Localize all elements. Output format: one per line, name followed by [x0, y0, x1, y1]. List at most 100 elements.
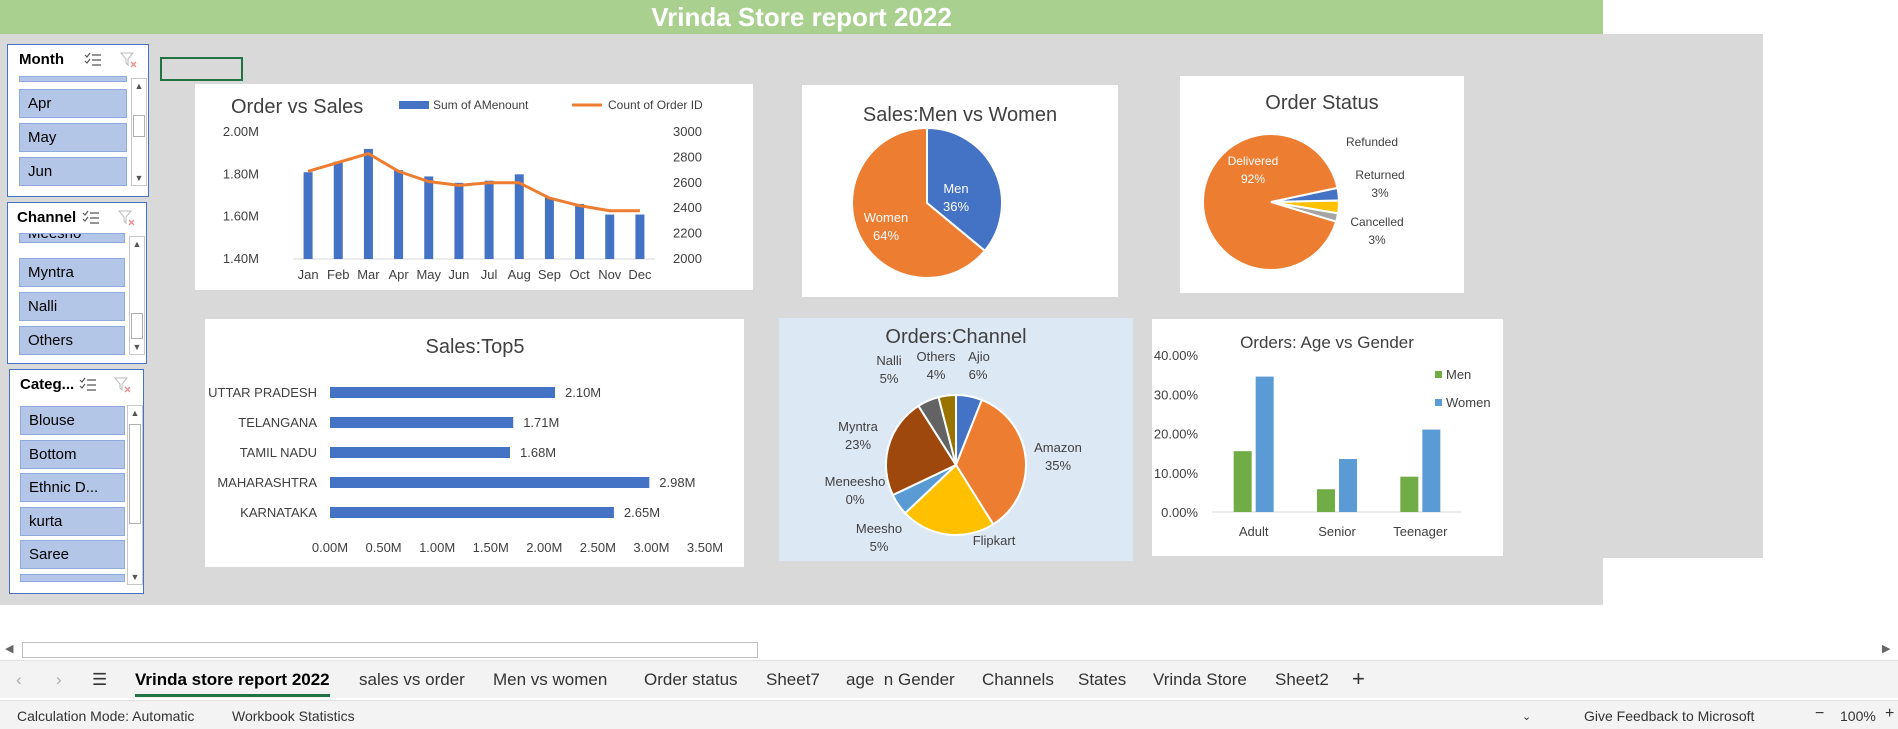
chart-orders-channel[interactable]: Orders:Channel Ajio 6% Amazon 35% Flipkart Mee… [779, 318, 1133, 561]
data-label: 4% [927, 367, 946, 382]
chart-title: Orders: Age vs Gender [1240, 333, 1414, 352]
tab-nav-next-icon[interactable]: › [56, 670, 62, 690]
tab-men-vs-women[interactable]: Men vs women [493, 670, 607, 690]
bar [605, 214, 615, 259]
slicer-item[interactable]: Bottom [20, 440, 125, 469]
scroll-up-arrow-icon[interactable]: ▲ [128, 406, 142, 420]
data-label: Delivered [1228, 154, 1279, 168]
tab-sheet2[interactable]: Sheet2 [1275, 670, 1329, 690]
scroll-down-arrow-icon[interactable]: ▼ [130, 340, 144, 354]
add-sheet-icon[interactable]: + [1352, 666, 1365, 692]
sales-top5-svg: Sales:Top5 UTTAR PRADESH 2.10M TELANGANA 1.7… [208, 336, 723, 555]
scroll-left-arrow-icon[interactable]: ◀ [5, 642, 13, 655]
chart-sales-top5[interactable]: Sales:Top5 UTTAR PRADESH 2.10M TELANGANA 1.7… [205, 319, 744, 567]
order-vs-sales-svg: Order vs Sales Sum of AMenount Count of Or… [223, 96, 703, 282]
multi-select-icon[interactable] [79, 377, 97, 393]
slicer-scrollbar[interactable]: ▲ ▼ [127, 405, 143, 585]
calculation-mode[interactable]: Calculation Mode: Automatic [17, 708, 194, 724]
horizontal-scrollbar[interactable]: ◀ ▶ [0, 640, 1898, 660]
series-line [307, 152, 640, 213]
chart-age-vs-gender[interactable]: Orders: Age vs Gender 0.00% 10.00% 20.00% 30… [1152, 319, 1503, 556]
sheet-tab-bar: ‹ › ☰ Vrinda store report 2022 sales vs … [0, 660, 1898, 698]
scroll-up-arrow-icon[interactable]: ▲ [130, 237, 144, 251]
chevron-down-icon[interactable]: ⌄ [1522, 710, 1531, 723]
x-tick-label: Senior [1318, 524, 1356, 539]
scroll-up-arrow-icon[interactable]: ▲ [132, 79, 146, 93]
slicer-item-partial[interactable] [19, 76, 127, 82]
slicer-item[interactable]: Apr [19, 89, 127, 118]
workbook-statistics[interactable]: Workbook Statistics [232, 708, 355, 724]
bar [303, 172, 313, 259]
scrollbar-thumb[interactable] [131, 313, 143, 339]
slicer-item[interactable]: Jun [19, 157, 127, 186]
legend-swatch [1435, 399, 1442, 406]
slicer-item[interactable]: May [19, 123, 127, 152]
order-status-svg: Order Status Delivered 92% Refunded Returned… [1202, 92, 1405, 271]
x-tick-label: 0.00M [312, 540, 348, 555]
data-label: Returned [1355, 168, 1404, 182]
multi-select-icon[interactable] [82, 210, 100, 226]
data-label: Nalli [876, 353, 901, 368]
tab-sales-vs-order[interactable]: sales vs order [359, 670, 465, 690]
slicer-item[interactable]: Saree [20, 540, 125, 569]
slicer-item[interactable]: kurta [20, 507, 125, 536]
chart-order-vs-sales[interactable]: Order vs Sales Sum of AMenount Count of Or… [195, 84, 753, 290]
slicer-scrollbar[interactable]: ▲ ▼ [129, 236, 145, 355]
chart-title: Order vs Sales [231, 96, 363, 118]
x-tick-label: Aug [508, 267, 531, 282]
x-tick-label: 0.50M [366, 540, 402, 555]
scrollbar-thumb[interactable] [22, 642, 758, 658]
feedback-link[interactable]: Give Feedback to Microsoft [1584, 708, 1754, 724]
slicer-scrollbar[interactable]: ▲ ▼ [131, 78, 147, 186]
bar [330, 447, 510, 458]
tab-vrinda-store-report-2022[interactable]: Vrinda store report 2022 [135, 670, 330, 690]
scroll-down-arrow-icon[interactable]: ▼ [132, 171, 146, 185]
status-bar: Calculation Mode: Automatic Workbook Sta… [0, 700, 1898, 729]
zoom-in-icon[interactable]: + [1885, 705, 1894, 723]
y-tick-label: 1.80M [223, 166, 259, 181]
y-tick-label: TAMIL NADU [240, 445, 317, 460]
y-tick-label: 2.00M [223, 124, 259, 139]
multi-select-icon[interactable] [84, 52, 102, 68]
clear-filter-icon[interactable] [114, 376, 132, 394]
tab-states[interactable]: States [1078, 670, 1126, 690]
clear-filter-icon[interactable] [118, 209, 136, 227]
tab-nav-prev-icon[interactable]: ‹ [16, 670, 22, 690]
zoom-out-icon[interactable]: − [1815, 705, 1824, 723]
y-tick-label: 10.00% [1154, 466, 1199, 481]
selected-cell[interactable] [160, 57, 243, 81]
slicer-item[interactable]: Blouse [20, 406, 125, 435]
legend-swatch [1435, 371, 1442, 378]
scrollbar-thumb[interactable] [129, 424, 141, 524]
bar [330, 507, 614, 518]
sheet-list-icon[interactable]: ☰ [92, 670, 107, 690]
slicer-item[interactable]: Ethnic D... [20, 473, 125, 502]
chart-order-status[interactable]: Order Status Delivered 92% Refunded Returned… [1180, 76, 1464, 293]
y2-tick-label: 2800 [673, 149, 702, 164]
legend-swatch [399, 101, 429, 109]
slicer-item-partial[interactable] [20, 574, 125, 582]
scrollbar-thumb[interactable] [133, 115, 145, 137]
data-label: Meneesho [825, 474, 886, 489]
scroll-down-arrow-icon[interactable]: ▼ [128, 570, 142, 584]
bar [363, 148, 373, 259]
data-label: 5% [880, 371, 899, 386]
tab-channels[interactable]: Channels [982, 670, 1054, 690]
slicer-header: Categ... [10, 370, 143, 400]
tab-order-status[interactable]: Order status [644, 670, 738, 690]
chart-men-vs-women[interactable]: Sales:Men vs Women Men 36% Women 64% [802, 85, 1118, 297]
zoom-level[interactable]: 100% [1840, 708, 1876, 724]
tab-vrinda-store[interactable]: Vrinda Store [1153, 670, 1247, 690]
slicer-item[interactable]: Others [19, 326, 125, 355]
bar [575, 203, 585, 259]
scroll-right-arrow-icon[interactable]: ▶ [1882, 642, 1890, 655]
slicer-item[interactable]: Myntra [19, 258, 125, 287]
y2-tick-label: 2400 [673, 200, 702, 215]
tab-age-n-gender[interactable]: age n Gender [846, 670, 955, 690]
tab-sheet7[interactable]: Sheet7 [766, 670, 820, 690]
slicer-item-partial[interactable]: Meesho [19, 233, 125, 243]
slicer-item[interactable]: Nalli [19, 292, 125, 321]
data-label: 6% [969, 367, 988, 382]
clear-filter-icon[interactable] [120, 51, 138, 69]
y-tick-label: KARNATAKA [240, 505, 317, 520]
